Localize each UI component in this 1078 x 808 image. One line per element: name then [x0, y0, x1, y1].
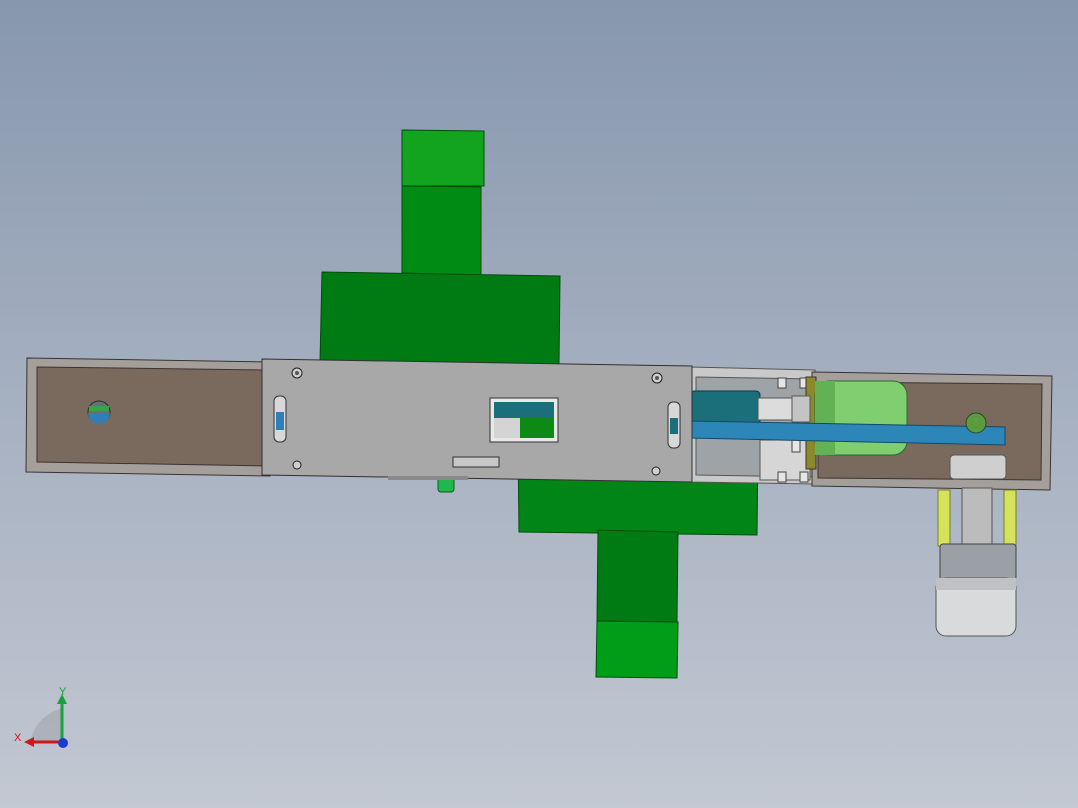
coordinate-triad[interactable]: Y X: [10, 686, 80, 756]
green-top-column: [401, 185, 482, 276]
main-mounting-plate[interactable]: [261, 358, 693, 493]
screw-bottom-left: [292, 460, 302, 470]
green-bottom-cap: [595, 620, 679, 679]
cad-model[interactable]: [0, 0, 1078, 808]
green-stud: [437, 477, 455, 493]
green-upper-block: [319, 271, 561, 366]
screw-bottom-right: [651, 466, 661, 476]
y-axis-label: Y: [59, 686, 67, 698]
motor-body[interactable]: [814, 380, 908, 456]
graphics-viewport[interactable]: Y X: [0, 0, 1078, 808]
green-bottom-column: [596, 529, 679, 623]
left-brown-frame[interactable]: [25, 357, 271, 477]
plate-handle: [452, 456, 500, 468]
x-axis-label: X: [14, 732, 22, 744]
linear-actuator[interactable]: [689, 390, 811, 426]
coordinate-triad-icon: [24, 694, 68, 748]
green-top-cap: [401, 129, 485, 187]
